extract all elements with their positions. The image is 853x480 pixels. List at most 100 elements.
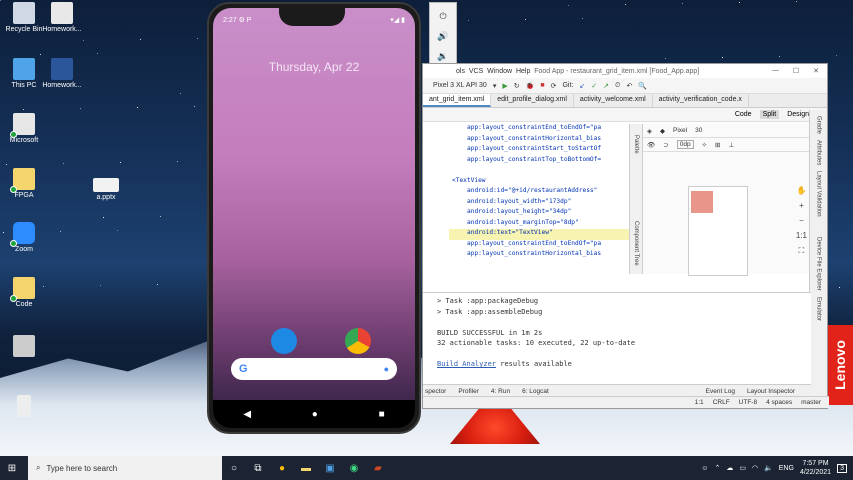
indent[interactable]: 4 spaces (766, 399, 792, 406)
code-editor[interactable]: app:layout_constraintEnd_toEndOf="pa app:… (449, 124, 629, 274)
magnet-icon[interactable]: ⊃ (663, 141, 668, 149)
zoom-in-icon[interactable]: + (799, 201, 804, 210)
pan-icon[interactable]: ✋ (796, 186, 806, 195)
display-icon[interactable]: ▭ (739, 464, 746, 472)
debug-icon[interactable]: 🐞 (526, 82, 535, 90)
code-line[interactable]: android:id="@+id/restaurantAddress" (449, 187, 629, 198)
desktop-icon-code[interactable]: Code (0, 277, 48, 308)
chrome-taskbar-icon[interactable]: ● (270, 463, 294, 474)
language-indicator[interactable]: ENG (779, 465, 794, 472)
tab-restaurant-grid-item[interactable]: ant_grid_item.xml (423, 94, 492, 107)
margin-field[interactable]: 0dp (676, 140, 694, 149)
device-dropdown[interactable]: Pixel (673, 127, 687, 134)
code-line[interactable]: app:layout_constraintHorizontal_bias (449, 135, 629, 146)
tab-activity-welcome[interactable]: activity_welcome.xml (574, 94, 653, 107)
volume-icon[interactable]: 🔈 (764, 464, 773, 472)
component-tree-tab[interactable]: Component Tree (633, 221, 639, 266)
stop-icon[interactable]: ■ (540, 82, 544, 89)
tab-edit-profile-dialog[interactable]: edit_profile_dialog.xml (491, 94, 574, 107)
code-line[interactable]: app:layout_constraintTop_toBottomOf= (449, 156, 629, 167)
taskbar-search[interactable]: ⌕ Type here to search (28, 456, 222, 480)
code-line[interactable]: android:layout_marginTop="8dp" (449, 219, 629, 230)
desktop-icon-homework-2[interactable]: Homework... (38, 58, 86, 89)
menu-vcs[interactable]: VCS (469, 68, 483, 75)
build-analyzer-link[interactable]: Build Analyzer (437, 360, 496, 368)
chevron-up-icon[interactable]: ⌃ (714, 464, 720, 472)
git-update-icon[interactable]: ↙ (579, 82, 585, 90)
encoding[interactable]: UTF-8 (739, 399, 757, 406)
view-split-button[interactable]: Split (759, 110, 780, 119)
maximize-icon[interactable]: ☐ (793, 67, 799, 75)
volume-up-icon[interactable]: 🔊 (437, 31, 448, 44)
zoom-out-icon[interactable]: − (799, 216, 804, 225)
menu-window[interactable]: Window (487, 68, 512, 75)
device-selector[interactable]: Pixel 3 XL API 30 (433, 82, 487, 89)
code-line[interactable]: android:layout_height="34dp" (449, 208, 629, 219)
tab-activity-verification-code[interactable]: activity_verification_code.x (653, 94, 749, 107)
view-code-button[interactable]: Code (735, 111, 752, 118)
run-tab[interactable]: 4: Run (491, 388, 510, 395)
minimize-icon[interactable]: — (772, 67, 779, 75)
search-icon[interactable]: 🔍 (638, 82, 647, 90)
desktop-icon-microsoft[interactable]: Microsoft (0, 113, 48, 144)
phone-screen[interactable]: 2:27 ⚙ P ▾◢ ▮ Thursday, Apr 22 G ● ◀ ● ■ (213, 8, 415, 428)
gradle-tab[interactable]: Gradle (816, 116, 822, 134)
clock[interactable]: 7:57 PM 4/22/2021 (800, 459, 831, 477)
palette-tab[interactable]: Palette (633, 135, 639, 154)
dropdown-icon[interactable]: ▾ (493, 82, 497, 90)
emulator-taskbar-icon[interactable]: ▣ (318, 463, 342, 474)
menu-tools[interactable]: ols (456, 68, 465, 75)
history-icon[interactable]: ⏲ (615, 82, 620, 90)
code-line[interactable]: app:layout_constraintHorizontal_bias (449, 250, 629, 261)
close-icon[interactable]: ✕ (813, 67, 819, 75)
chrome-app-icon[interactable] (345, 328, 371, 354)
code-line[interactable]: android:text="TextView" (449, 229, 629, 240)
code-line[interactable]: android:layout_width="173dp" (449, 198, 629, 209)
magic-wand-icon[interactable]: ✧ (702, 141, 707, 149)
rerun-icon[interactable]: ↻ (514, 82, 520, 90)
emulator-tab[interactable]: Emulator (816, 297, 822, 321)
git-branch[interactable]: master (801, 399, 821, 406)
logcat-tab[interactable]: 6: Logcat (522, 388, 549, 395)
eye-icon[interactable]: 👁 (647, 141, 655, 149)
inspector-tab[interactable]: spector (425, 388, 446, 395)
event-log-tab[interactable]: Event Log (706, 388, 735, 395)
rollback-icon[interactable]: ↶ (626, 82, 632, 90)
code-line[interactable]: app:layout_constraintEnd_toEndOf="pa (449, 124, 629, 135)
view-design-button[interactable]: Design (787, 111, 809, 118)
code-line[interactable] (449, 166, 629, 177)
zoom-fit-icon[interactable]: ⛶ (799, 246, 805, 256)
pack-icon[interactable]: ⊞ (715, 141, 720, 149)
home-icon[interactable]: ● (312, 409, 318, 420)
recents-icon[interactable]: ■ (379, 409, 385, 420)
menu-help[interactable]: Help (516, 68, 530, 75)
blueprint-icon[interactable]: ◆ (660, 127, 665, 135)
desktop-icon-file[interactable] (0, 395, 48, 419)
desktop-icon-shortcut[interactable] (0, 335, 48, 359)
layout-validation-tab[interactable]: Layout Validation (816, 171, 822, 217)
git-push-icon[interactable]: ↗ (603, 82, 609, 90)
api-dropdown[interactable]: 30 (695, 127, 702, 134)
attributes-tab[interactable]: Attributes (816, 140, 822, 165)
back-icon[interactable]: ◀ (243, 409, 251, 420)
windows-start-icon[interactable]: ⊞ (0, 463, 24, 474)
android-studio-taskbar-icon[interactable]: ◉ (342, 463, 366, 474)
desktop-icon-pptx[interactable]: a.pptx (82, 178, 130, 201)
image-placeholder[interactable] (691, 191, 713, 213)
code-line[interactable]: app:layout_constraintStart_toStartOf (449, 145, 629, 156)
power-icon[interactable]: ⏻ (439, 11, 446, 24)
guidelines-icon[interactable]: ⊥ (728, 141, 734, 149)
code-line[interactable]: <TextView (449, 177, 629, 188)
profiler-tab[interactable]: Profiler (458, 388, 479, 395)
google-search-bar[interactable]: G ● (231, 358, 397, 380)
cursor-position[interactable]: 1:1 (695, 399, 704, 406)
git-commit-icon[interactable]: ✓ (591, 82, 597, 90)
code-line[interactable]: app:layout_constraintEnd_toEndOf="pa (449, 240, 629, 251)
task-view-icon[interactable]: ⧉ (246, 463, 270, 474)
zoom-actual-size[interactable]: 1:1 (796, 231, 807, 240)
device-file-explorer-tab[interactable]: Device File Explorer (816, 237, 822, 291)
run-icon[interactable]: ▶ (502, 82, 507, 90)
wifi-icon[interactable]: ◠ (752, 464, 758, 472)
line-separator[interactable]: CRLF (713, 399, 730, 406)
desktop-icon-zoom[interactable]: Zoom (0, 222, 48, 253)
